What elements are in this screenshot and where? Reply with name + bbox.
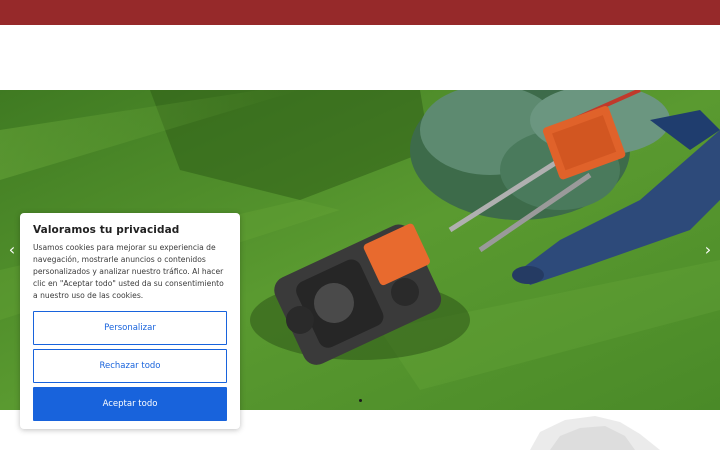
customize-button[interactable]: Personalizar — [33, 311, 227, 345]
chevron-left-icon[interactable]: ‹ — [2, 240, 22, 260]
reject-all-button[interactable]: Rechazar todo — [33, 349, 227, 383]
world-map-decoration — [530, 416, 660, 450]
accept-all-button[interactable]: Aceptar todo — [33, 387, 227, 421]
slider-pagination[interactable] — [356, 399, 364, 405]
top-bar — [0, 0, 720, 25]
cookie-banner-title: Valoramos tu privacidad — [33, 224, 180, 236]
cookie-consent-banner: Valoramos tu privacidad Usamos cookies p… — [20, 213, 240, 429]
slider-dot[interactable] — [358, 399, 362, 402]
chevron-right-icon[interactable]: › — [698, 240, 718, 260]
cookie-banner-text: Usamos cookies para mejorar su experienc… — [33, 243, 224, 300]
site-header — [0, 25, 720, 90]
page: ‹ › Valoramos tu privacidad Usamos cooki… — [0, 0, 720, 450]
